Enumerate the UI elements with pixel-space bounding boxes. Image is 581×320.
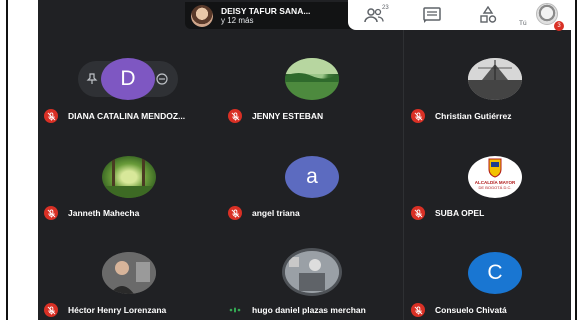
participant-name: angel triana <box>252 208 300 218</box>
mic-off-icon <box>411 206 425 220</box>
audio-level-icon <box>228 303 242 317</box>
participant-name: SUBA OPEL <box>435 208 485 218</box>
mic-off-icon <box>228 206 242 220</box>
participant-avatar: D <box>101 58 155 100</box>
notification-badge: 3 <box>554 21 564 31</box>
participant-label: Christian Gutiérrez <box>411 109 512 123</box>
chat-button[interactable] <box>422 6 442 24</box>
participant-label: angel triana <box>228 206 300 220</box>
presenter-more: y 12 más <box>221 15 254 25</box>
self-label: Tú <box>519 20 527 27</box>
participant-name: Héctor Henry Lorenzana <box>68 305 167 315</box>
chat-icon <box>423 7 441 23</box>
presenter-name: DEISY TAFUR SANA... <box>221 5 311 16</box>
participant-label: hugo daniel plazas merchan <box>228 303 366 317</box>
people-icon <box>364 8 384 23</box>
presenter-pill[interactable]: DEISY TAFUR SANA... y 12 más <box>185 2 363 29</box>
pin-icon[interactable] <box>86 73 98 85</box>
participant-avatar <box>282 248 342 296</box>
remove-icon[interactable] <box>156 73 168 85</box>
participant-label: DIANA CATALINA MENDOZ... <box>44 109 185 123</box>
mic-off-icon <box>44 206 58 220</box>
meet-window: DEISY TAFUR SANA... y 12 más 23 Tú 3 D D… <box>38 0 571 320</box>
people-count: 23 <box>382 5 389 11</box>
participant-label: Héctor Henry Lorenzana <box>44 303 166 317</box>
participant-label: Janneth Mahecha <box>44 206 139 220</box>
participant-name: DIANA CATALINA MENDOZ... <box>68 111 186 121</box>
mic-off-icon <box>44 109 58 123</box>
activities-icon <box>480 5 497 23</box>
svg-text:DE BOGOTÁ D.C.: DE BOGOTÁ D.C. <box>479 185 512 190</box>
mic-off-icon <box>228 109 242 123</box>
bogota-logo: ALCALDÍA MAYOR DE BOGOTÁ D.C. <box>475 158 516 190</box>
participant-name: Consuelo Chivatá <box>435 305 507 315</box>
participant-avatar <box>102 252 156 294</box>
participant-avatar <box>285 58 339 100</box>
participant-label: Consuelo Chivatá <box>411 303 507 317</box>
activities-button[interactable] <box>478 5 498 24</box>
participant-avatar: a <box>285 156 339 198</box>
grid-divider <box>403 30 404 320</box>
meeting-toolbar: 23 Tú 3 <box>348 0 571 31</box>
participant-avatar: C <box>468 252 522 294</box>
svg-text:ALCALDÍA MAYOR: ALCALDÍA MAYOR <box>475 178 516 185</box>
participant-avatar <box>102 156 156 198</box>
presenter-avatar <box>191 4 213 27</box>
mic-off-icon <box>44 303 58 317</box>
participant-name: hugo daniel plazas merchan <box>252 305 366 315</box>
people-button[interactable] <box>364 6 384 24</box>
participant-name: Janneth Mahecha <box>68 208 140 218</box>
participant-name: JENNY ESTEBAN <box>252 111 324 121</box>
participant-label: SUBA OPEL <box>411 206 484 220</box>
mic-off-icon <box>411 109 425 123</box>
participant-label: JENNY ESTEBAN <box>228 109 323 123</box>
participant-name: Christian Gutiérrez <box>435 111 512 121</box>
participant-avatar: ALCALDÍA MAYOR DE BOGOTÁ D.C. <box>468 156 522 198</box>
participant-avatar <box>468 58 522 100</box>
top-bar: DEISY TAFUR SANA... y 12 más 23 Tú 3 <box>38 0 571 31</box>
mic-off-icon <box>411 303 425 317</box>
self-view-button[interactable] <box>536 3 558 25</box>
